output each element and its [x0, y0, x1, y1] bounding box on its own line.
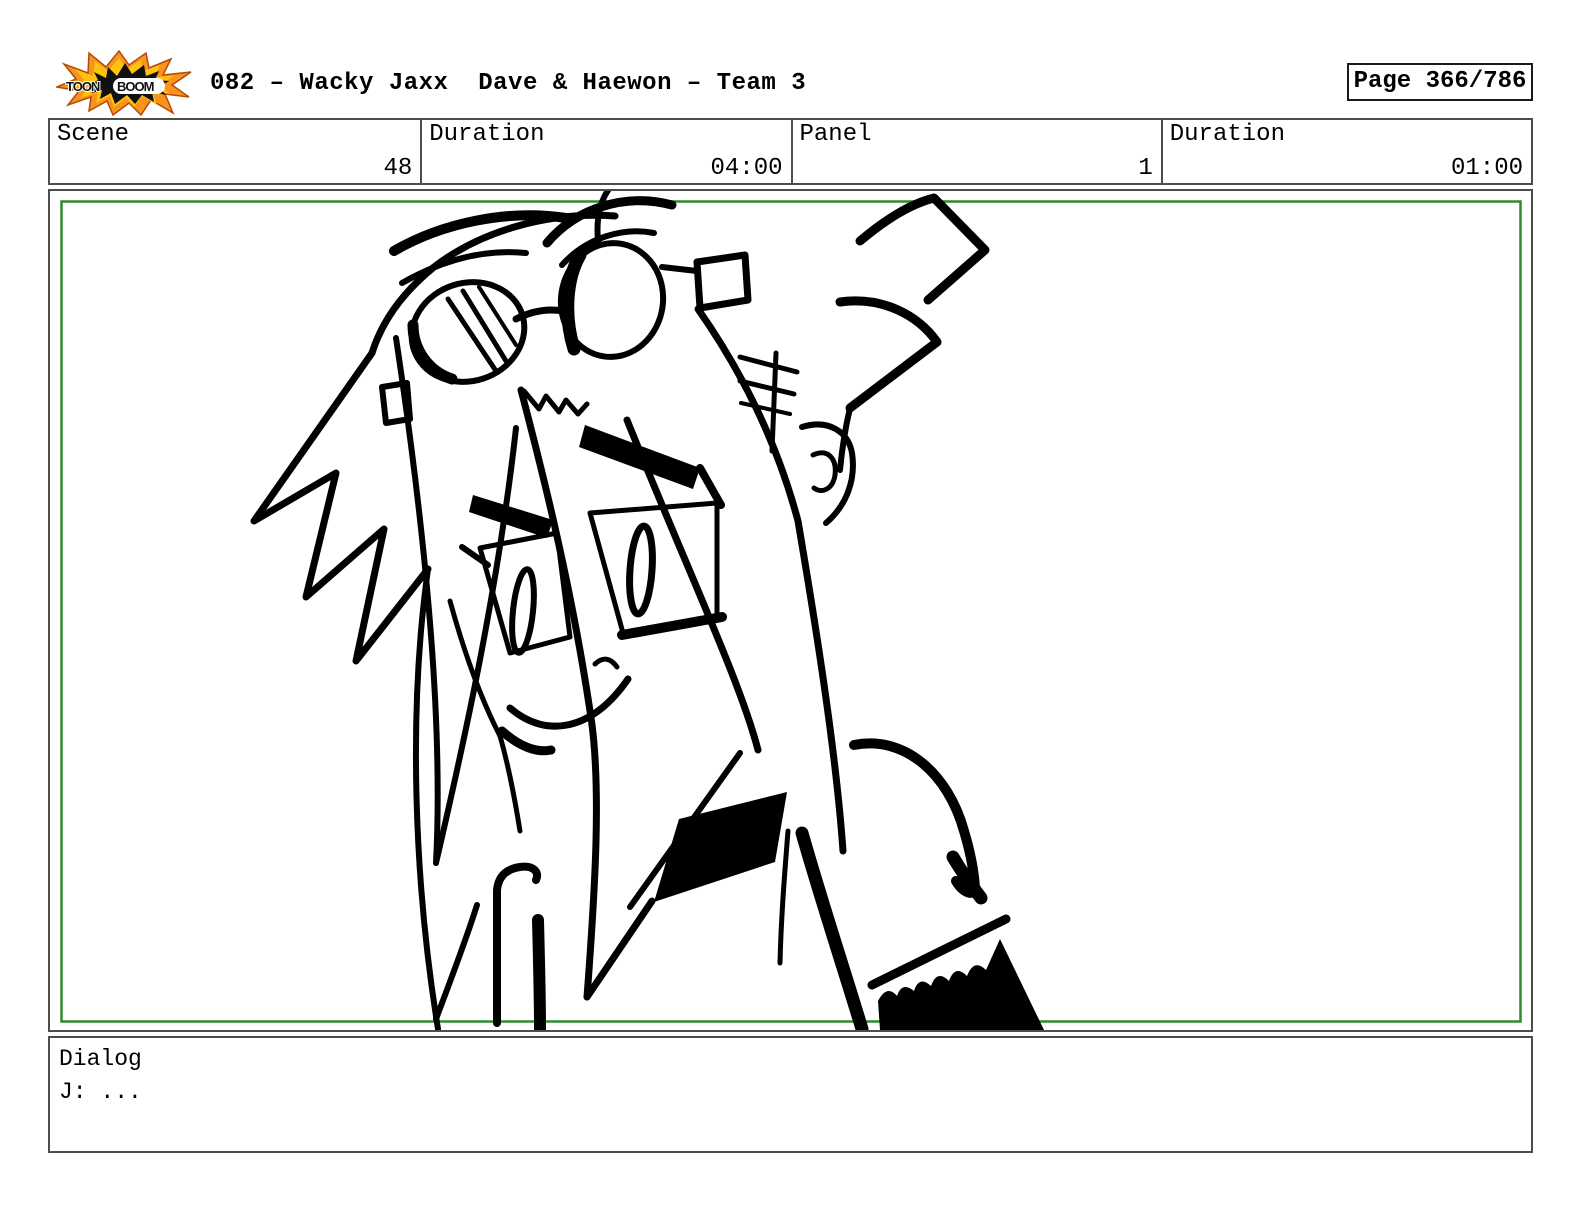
- scene-value: 48: [383, 155, 413, 182]
- panel-duration-value: 01:00: [1450, 155, 1523, 182]
- character-sketch: [250, 191, 1044, 1030]
- logo-text-toon: TOON: [66, 79, 100, 94]
- dialog-text: J: ...: [59, 1079, 142, 1105]
- scene-label: Scene: [57, 121, 130, 148]
- dialog-box: Dialog J: ...: [48, 1036, 1533, 1153]
- info-cell-panel: Panel 1: [790, 120, 1161, 183]
- page-number-label: Page 366/786: [1353, 68, 1527, 95]
- panel-sketch: [60, 191, 1522, 1030]
- toon-boom-logo: TOON BOOM: [56, 50, 192, 116]
- info-row: Scene 48 Duration 04:00 Panel 1 Duration…: [48, 118, 1533, 185]
- scene-duration-label: Duration: [429, 121, 545, 148]
- panel-label: Panel: [799, 121, 872, 148]
- dialog-label: Dialog: [59, 1046, 142, 1072]
- logo-text-boom: BOOM: [117, 79, 154, 94]
- info-cell-scene-duration: Duration 04:00: [420, 120, 790, 183]
- storyboard-panel: [48, 189, 1533, 1032]
- info-cell-scene: Scene 48: [50, 120, 420, 183]
- document-title: 082 – Wacky Jaxx Dave & Haewon – Team 3: [210, 70, 807, 97]
- page-number-box: Page 366/786: [1347, 63, 1533, 101]
- panel-duration-label: Duration: [1169, 121, 1285, 148]
- panel-value: 1: [1138, 155, 1153, 182]
- scene-duration-value: 04:00: [710, 155, 783, 182]
- info-cell-panel-duration: Duration 01:00: [1160, 120, 1531, 183]
- camera-frame: [60, 200, 1522, 1023]
